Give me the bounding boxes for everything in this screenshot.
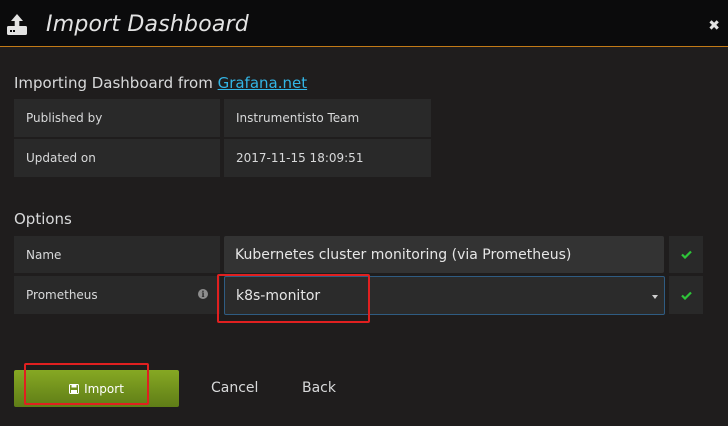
prometheus-datasource-select[interactable]: k8s-monitor	[224, 276, 665, 315]
upload-icon	[7, 14, 27, 35]
close-icon[interactable]: ✖	[708, 17, 720, 33]
prometheus-select-value: k8s-monitor	[236, 287, 321, 304]
name-input[interactable]: Kubernetes cluster monitoring (via Prome…	[224, 236, 664, 273]
published-by-value: Instrumentisto Team	[224, 99, 431, 137]
name-label: Name	[14, 236, 220, 273]
info-icon[interactable]: i	[198, 289, 208, 299]
back-button[interactable]: Back	[302, 380, 336, 396]
prometheus-label-text: Prometheus	[26, 288, 98, 302]
save-icon	[69, 383, 80, 394]
prometheus-valid-indicator	[669, 276, 703, 314]
importing-from-text: Importing Dashboard from Grafana.net	[14, 74, 307, 92]
prometheus-label: Prometheus i	[14, 276, 220, 314]
check-icon	[680, 250, 692, 259]
modal-header: Import Dashboard ✖	[0, 0, 728, 47]
import-button-label: Import	[84, 381, 124, 396]
updated-on-label: Updated on	[14, 139, 220, 177]
chevron-down-icon[interactable]	[652, 295, 658, 299]
updated-on-value: 2017-11-15 18:09:51	[224, 139, 431, 177]
options-title: Options	[14, 210, 72, 228]
grafana-net-link[interactable]: Grafana.net	[218, 74, 308, 92]
name-valid-indicator	[669, 236, 703, 273]
published-by-label: Published by	[14, 99, 220, 137]
modal-title: Import Dashboard	[46, 12, 249, 37]
import-button[interactable]: Import	[14, 370, 179, 407]
importing-prefix: Importing Dashboard from	[14, 74, 218, 92]
check-icon	[680, 291, 692, 300]
cancel-button[interactable]: Cancel	[211, 380, 258, 396]
